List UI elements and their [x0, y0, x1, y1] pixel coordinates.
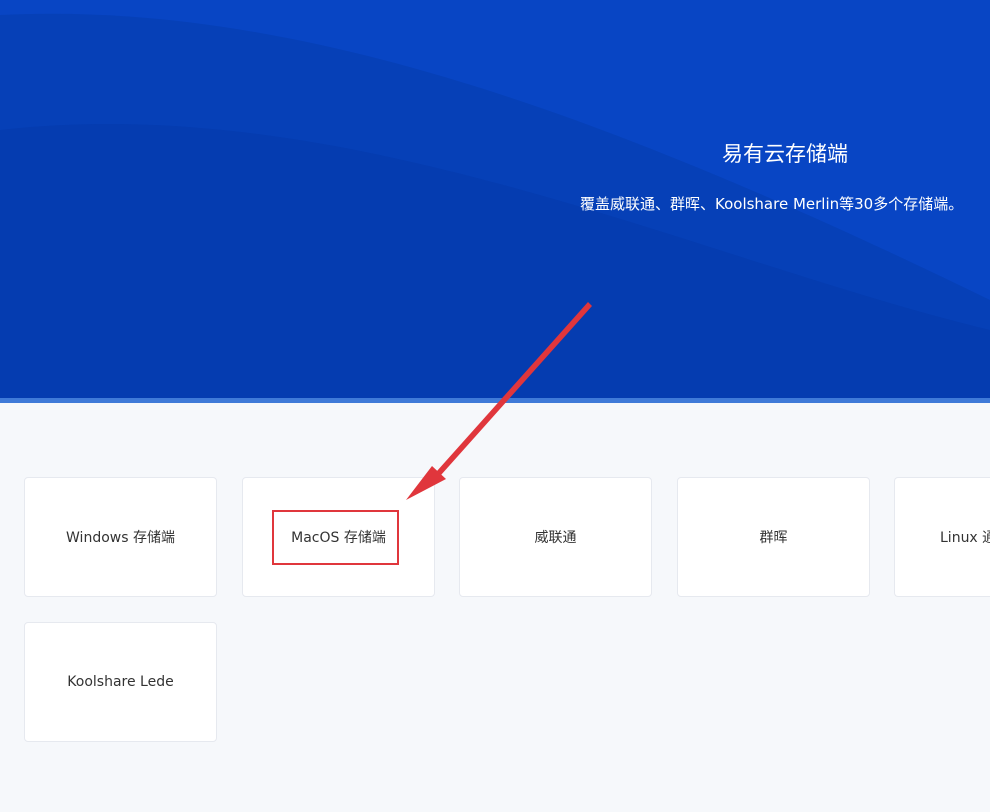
card-label: Koolshare Lede: [67, 674, 174, 690]
card-koolshare-lede[interactable]: Koolshare Lede: [24, 622, 217, 742]
card-label: Windows 存储端: [66, 530, 175, 546]
card-label: 群晖: [759, 530, 788, 546]
hero-title: 易有云存储端: [722, 142, 848, 166]
card-qnap[interactable]: 威联通: [459, 477, 652, 597]
card-synology[interactable]: 群晖: [677, 477, 870, 597]
card-linux[interactable]: Linux 通: [894, 477, 990, 597]
card-label: Linux 通: [940, 530, 990, 546]
hero-divider: [0, 398, 990, 403]
card-label: 威联通: [534, 530, 577, 546]
card-windows[interactable]: Windows 存储端: [24, 477, 217, 597]
hero-banner: 易有云存储端 覆盖威联通、群晖、Koolshare Merlin等30多个存储端…: [0, 0, 990, 400]
hero-subtitle: 覆盖威联通、群晖、Koolshare Merlin等30多个存储端。: [580, 195, 964, 213]
card-macos[interactable]: MacOS 存储端: [242, 477, 435, 597]
card-label: MacOS 存储端: [291, 530, 386, 546]
